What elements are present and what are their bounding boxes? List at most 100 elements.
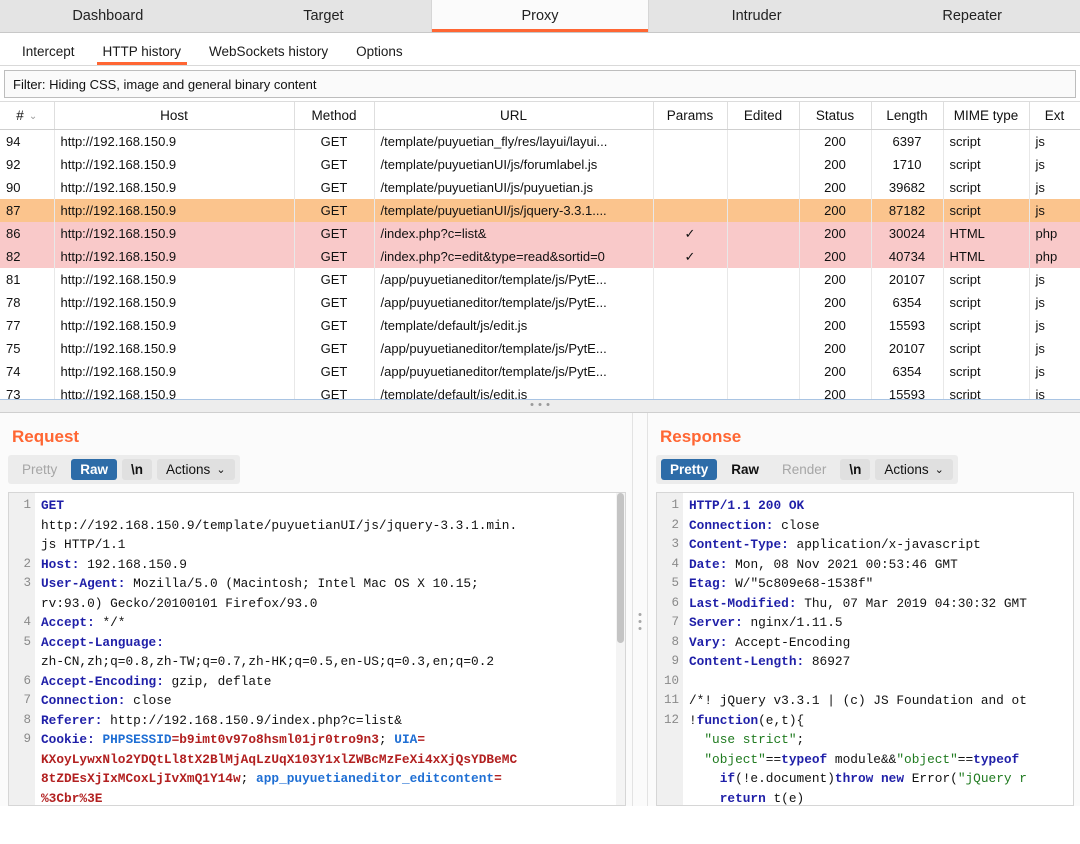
response-actions-button[interactable]: Actions ⌄ [875, 459, 953, 480]
cell-ext: js [1029, 267, 1080, 291]
response-raw-button[interactable]: Raw [722, 459, 768, 480]
request-newline-button[interactable]: \n [122, 459, 153, 480]
main-tab-target[interactable]: Target [216, 0, 432, 32]
response-pretty-button[interactable]: Pretty [661, 459, 718, 480]
column-header-length[interactable]: Length [871, 102, 944, 130]
cell-method: GET [294, 267, 375, 291]
sub-tab-http-history[interactable]: HTTP history [89, 44, 196, 65]
column-header-ext[interactable]: Ext [1029, 102, 1080, 130]
cell-url: /app/puyuetianeditor/template/js/PytE... [374, 267, 654, 291]
line-number: 12 [663, 712, 679, 727]
table-row[interactable]: 94 http://192.168.150.9 GET /template/pu… [0, 129, 1080, 153]
cell-status: 200 [799, 336, 872, 360]
line-number: 2 [23, 556, 31, 571]
response-actions-label: Actions [884, 462, 929, 477]
line-number [9, 652, 31, 672]
column-header-status[interactable]: Status [799, 102, 872, 130]
cell-params [653, 313, 728, 337]
column-header-url[interactable]: URL [374, 102, 654, 130]
cell-status: 200 [799, 290, 872, 314]
cell-host: http://192.168.150.9 [54, 221, 295, 245]
cell-status: 200 [799, 359, 872, 383]
line-number: 4 [23, 615, 31, 629]
table-row[interactable]: 81 http://192.168.150.9 GET /app/puyueti… [0, 267, 1080, 291]
main-tab-repeater[interactable]: Repeater [864, 0, 1080, 32]
request-code[interactable]: GET http://192.168.150.9/template/puyueti… [35, 493, 625, 805]
cell-length: 30024 [871, 221, 944, 245]
table-row[interactable]: 92 http://192.168.150.9 GET /template/pu… [0, 152, 1080, 176]
cell-status: 200 [799, 175, 872, 199]
cell-url: /app/puyuetianeditor/template/js/PytE... [374, 290, 654, 314]
main-tab-dashboard[interactable]: Dashboard [0, 0, 216, 32]
sub-tab-intercept[interactable]: Intercept [8, 44, 89, 65]
cell-ext: js [1029, 382, 1080, 399]
sort-caret-icon[interactable]: ⌄ [29, 111, 37, 122]
splitter-grip-icon[interactable] [530, 403, 550, 406]
cell-length: 6397 [871, 129, 944, 153]
table-row[interactable]: 78 http://192.168.150.9 GET /app/puyueti… [0, 290, 1080, 314]
request-line-text: GET [41, 498, 65, 513]
table-row[interactable]: 86 http://192.168.150.9 GET /index.php?c… [0, 221, 1080, 245]
splitter-grip-icon[interactable] [638, 613, 642, 630]
table-row[interactable]: 87 http://192.168.150.9 GET /template/pu… [0, 198, 1080, 222]
request-editor[interactable]: 1 2 3 4 5 6 7 8 9 10 11 GEThttp://192 [8, 492, 626, 806]
cell-length: 15593 [871, 313, 944, 337]
cell-num: 73 [0, 382, 55, 399]
line-number: 6 [671, 595, 679, 610]
column-header-edited[interactable]: Edited [727, 102, 800, 130]
cell-length: 6354 [871, 290, 944, 314]
main-tab-proxy[interactable]: Proxy [431, 0, 649, 32]
cell-ext: js [1029, 336, 1080, 360]
cell-url: /template/default/js/edit.js [374, 313, 654, 337]
cell-status: 200 [799, 198, 872, 222]
cell-host: http://192.168.150.9 [54, 359, 295, 383]
table-row[interactable]: 82 http://192.168.150.9 GET /index.php?c… [0, 244, 1080, 268]
request-title: Request [12, 427, 80, 446]
request-scrollbar[interactable] [616, 493, 625, 805]
cell-mime: script [943, 175, 1030, 199]
cell-edited [727, 244, 800, 268]
line-number: 4 [671, 556, 679, 571]
column-header-mime-type[interactable]: MIME type [943, 102, 1030, 130]
column-header-host[interactable]: Host [54, 102, 295, 130]
cell-host: http://192.168.150.9 [54, 175, 295, 199]
cell-params [653, 152, 728, 176]
main-tab-intruder[interactable]: Intruder [649, 0, 865, 32]
request-scrollbar-thumb[interactable] [617, 493, 624, 643]
table-row[interactable]: 73 http://192.168.150.9 GET /template/de… [0, 382, 1080, 399]
response-line-text [689, 674, 697, 689]
table-row[interactable]: 77 http://192.168.150.9 GET /template/de… [0, 313, 1080, 337]
response-render-button[interactable]: Render [773, 459, 835, 480]
column-header-num[interactable]: # ⌄ [0, 102, 55, 130]
http-history-table-container[interactable]: # ⌄ Host Method URL Params Edited Status … [0, 101, 1080, 399]
request-raw-button[interactable]: Raw [71, 459, 118, 480]
line-number: 3 [671, 537, 679, 551]
sub-tab-options[interactable]: Options [342, 44, 417, 65]
cell-edited [727, 152, 800, 176]
table-row[interactable]: 74 http://192.168.150.9 GET /app/puyueti… [0, 359, 1080, 383]
filter-bar[interactable]: Filter: Hiding CSS, image and general bi… [4, 70, 1076, 98]
response-line-text: /*! jQuery v3.3.1 | (c) JS Foundation an… [689, 693, 1027, 708]
cell-method: GET [294, 221, 375, 245]
cell-url: /index.php?c=list& [374, 221, 654, 245]
request-actions-button[interactable]: Actions ⌄ [157, 459, 235, 480]
cell-url: /template/default/js/edit.js [374, 382, 654, 399]
table-row[interactable]: 90 http://192.168.150.9 GET /template/pu… [0, 175, 1080, 199]
horizontal-splitter[interactable] [0, 399, 1080, 413]
cell-status: 200 [799, 129, 872, 153]
request-toolbar: Pretty Raw \n Actions ⌄ [8, 455, 240, 484]
sub-tab-websockets-history[interactable]: WebSockets history [195, 44, 342, 65]
line-number: 1 [23, 498, 31, 512]
line-number: 1 [671, 498, 679, 512]
cell-mime: script [943, 267, 1030, 291]
cell-length: 1710 [871, 152, 944, 176]
column-header-method[interactable]: Method [294, 102, 375, 130]
vertical-splitter[interactable] [632, 413, 648, 806]
response-editor[interactable]: 1 2 3 4 5 6 7 8 9 10 11 12 HTTP/1.1 200 [656, 492, 1074, 806]
sub-tab-label: WebSockets history [209, 44, 329, 59]
response-newline-button[interactable]: \n [840, 459, 871, 480]
table-row[interactable]: 75 http://192.168.150.9 GET /app/puyueti… [0, 336, 1080, 360]
request-pretty-button[interactable]: Pretty [13, 459, 66, 480]
column-header-params[interactable]: Params [653, 102, 728, 130]
response-code[interactable]: HTTP/1.1 200 OK Connection: close Content-… [683, 493, 1073, 805]
